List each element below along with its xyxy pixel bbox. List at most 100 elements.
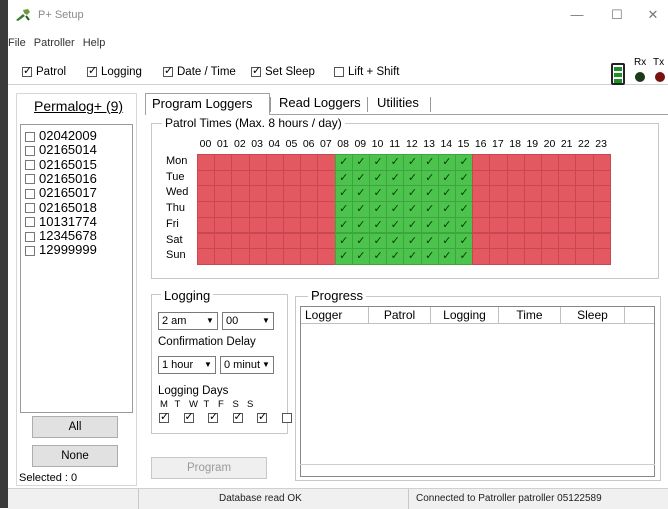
- patrol-cell-active[interactable]: ✓: [455, 185, 474, 203]
- patrol-cell-inactive[interactable]: [489, 216, 508, 234]
- patrol-cell-inactive[interactable]: [197, 169, 216, 187]
- menu-file[interactable]: File: [8, 37, 26, 49]
- patrol-cell-inactive[interactable]: [592, 232, 611, 250]
- patrol-cell-inactive[interactable]: [472, 248, 491, 265]
- patrol-cell-inactive[interactable]: [231, 201, 250, 218]
- patrol-cell-inactive[interactable]: [558, 216, 577, 234]
- patrol-cell-inactive[interactable]: [283, 185, 302, 203]
- patrol-cell-active[interactable]: ✓: [369, 154, 388, 171]
- column-header-patrol[interactable]: Patrol: [369, 307, 431, 324]
- patrol-cell-inactive[interactable]: [300, 185, 319, 203]
- date-time-option[interactable]: Date / Time: [163, 64, 236, 78]
- set-sleep-checkbox[interactable]: [251, 64, 261, 77]
- patrol-cell-inactive[interactable]: [575, 232, 594, 250]
- logger-list-item[interactable]: 02165014: [25, 142, 97, 157]
- menu-patroller[interactable]: Patroller: [34, 37, 75, 49]
- logger-list-item[interactable]: 10131774: [25, 214, 97, 229]
- patrol-checkbox[interactable]: [22, 64, 32, 77]
- patrol-cell-inactive[interactable]: [214, 216, 233, 234]
- patrol-cell-inactive[interactable]: [575, 185, 594, 203]
- patrol-cell-inactive[interactable]: [506, 154, 525, 171]
- patrol-cell-inactive[interactable]: [489, 185, 508, 203]
- patrol-cell-active[interactable]: ✓: [420, 201, 439, 218]
- patrol-cell-active[interactable]: ✓: [334, 185, 353, 203]
- patrol-cell-inactive[interactable]: [523, 201, 542, 218]
- date-time-checkbox[interactable]: [163, 64, 173, 77]
- patrol-cell-active[interactable]: ✓: [334, 248, 353, 265]
- patrol-cell-inactive[interactable]: [214, 185, 233, 203]
- patrol-cell-inactive[interactable]: [248, 216, 267, 234]
- patrol-cell-inactive[interactable]: [248, 169, 267, 187]
- patrol-cell-inactive[interactable]: [214, 154, 233, 171]
- patrol-cell-active[interactable]: ✓: [351, 185, 370, 203]
- patrol-cell-active[interactable]: ✓: [369, 232, 388, 250]
- logger-item-checkbox[interactable]: [25, 188, 35, 199]
- patrol-cell-inactive[interactable]: [558, 232, 577, 250]
- patrol-cell-inactive[interactable]: [317, 232, 336, 250]
- patrol-cell-active[interactable]: ✓: [403, 232, 422, 250]
- patrol-cell-active[interactable]: ✓: [351, 248, 370, 265]
- patrol-cell-inactive[interactable]: [489, 169, 508, 187]
- patrol-cell-active[interactable]: ✓: [403, 216, 422, 234]
- select-none-button[interactable]: None: [32, 445, 118, 467]
- patrol-cell-active[interactable]: ✓: [334, 154, 353, 171]
- patrol-cell-inactive[interactable]: [300, 216, 319, 234]
- logger-item-checkbox[interactable]: [25, 217, 35, 228]
- delay-hour-select[interactable]: 1 hour ▼: [158, 356, 216, 374]
- patrol-cell-active[interactable]: ✓: [455, 232, 474, 250]
- patrol-cell-active[interactable]: ✓: [420, 185, 439, 203]
- patrol-cell-inactive[interactable]: [317, 201, 336, 218]
- patrol-cell-inactive[interactable]: [265, 232, 284, 250]
- patrol-cell-active[interactable]: ✓: [386, 216, 405, 234]
- patrol-cell-active[interactable]: ✓: [403, 185, 422, 203]
- patrol-cell-active[interactable]: ✓: [437, 185, 456, 203]
- patrol-cell-inactive[interactable]: [265, 216, 284, 234]
- patrol-cell-active[interactable]: ✓: [334, 169, 353, 187]
- patrol-cell-active[interactable]: ✓: [403, 248, 422, 265]
- patrol-cell-inactive[interactable]: [541, 154, 560, 171]
- patrol-cell-inactive[interactable]: [489, 232, 508, 250]
- patrol-cell-inactive[interactable]: [575, 154, 594, 171]
- patrol-cell-inactive[interactable]: [317, 216, 336, 234]
- logger-list-item[interactable]: 02165015: [25, 157, 97, 172]
- logging-checkbox[interactable]: [87, 64, 97, 77]
- progress-scrollbar[interactable]: [300, 464, 655, 477]
- patrol-cell-active[interactable]: ✓: [420, 216, 439, 234]
- patrol-cell-active[interactable]: ✓: [369, 248, 388, 265]
- permalog-link[interactable]: Permalog+ (9): [34, 98, 123, 114]
- patrol-cell-inactive[interactable]: [300, 201, 319, 218]
- logging-day-checkbox[interactable]: [159, 410, 169, 424]
- patrol-cell-active[interactable]: ✓: [437, 216, 456, 234]
- patrol-cell-inactive[interactable]: [541, 201, 560, 218]
- patrol-cell-active[interactable]: ✓: [386, 169, 405, 187]
- logging-day-checkbox[interactable]: [257, 410, 267, 424]
- logger-item-checkbox[interactable]: [25, 245, 35, 256]
- patrol-cell-inactive[interactable]: [541, 169, 560, 187]
- patrol-cell-inactive[interactable]: [506, 185, 525, 203]
- lift-shift-option[interactable]: Lift + Shift: [334, 66, 399, 78]
- patrol-cell-inactive[interactable]: [248, 201, 267, 218]
- patrol-cell-active[interactable]: ✓: [455, 154, 474, 171]
- patrol-cell-inactive[interactable]: [197, 248, 216, 265]
- patrol-cell-inactive[interactable]: [300, 232, 319, 250]
- select-all-button[interactable]: All: [32, 416, 118, 438]
- patrol-cell-inactive[interactable]: [523, 154, 542, 171]
- patrol-cell-inactive[interactable]: [197, 154, 216, 171]
- patrol-cell-active[interactable]: ✓: [420, 154, 439, 171]
- patrol-cell-inactive[interactable]: [592, 154, 611, 171]
- patrol-cell-inactive[interactable]: [558, 154, 577, 171]
- patrol-cell-inactive[interactable]: [214, 248, 233, 265]
- logging-day-checkboxes[interactable]: [0, 0, 316, 424]
- logging-day-checkbox[interactable]: [281, 413, 292, 424]
- patrol-cell-inactive[interactable]: [197, 216, 216, 234]
- patrol-cell-inactive[interactable]: [317, 169, 336, 187]
- patrol-cell-inactive[interactable]: [214, 201, 233, 218]
- close-button[interactable]: ✕: [638, 5, 668, 25]
- tab-program-loggers[interactable]: Program Loggers: [145, 93, 270, 115]
- patrol-cell-inactive[interactable]: [265, 248, 284, 265]
- patrol-cell-inactive[interactable]: [472, 216, 491, 234]
- lift-shift-checkbox[interactable]: [334, 66, 344, 77]
- patrol-cell-active[interactable]: ✓: [403, 169, 422, 187]
- patrol-cell-inactive[interactable]: [592, 216, 611, 234]
- patrol-cell-inactive[interactable]: [231, 232, 250, 250]
